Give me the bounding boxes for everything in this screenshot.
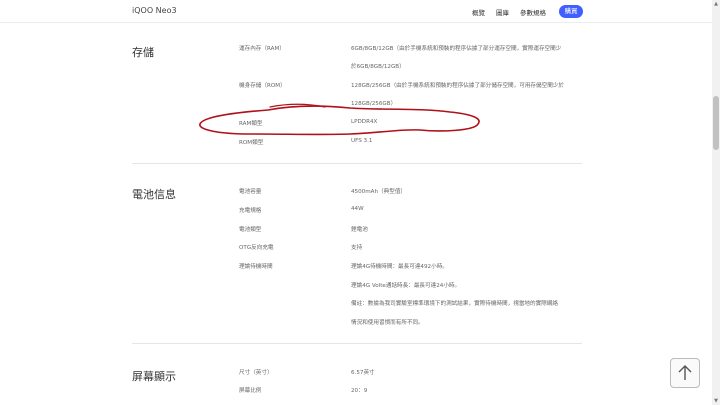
spec-value: 6GB/8GB/12GB（由於手機系統和預裝的程序佔據了部分運存空間，實際運存空… [351, 46, 562, 52]
section-divider [132, 163, 582, 164]
spec-value: 理論4G Volte通話時長：最長可達24小時。 [351, 283, 461, 289]
spec-value: 4500mAh（典型值） [351, 189, 407, 195]
scroll-up-arrow-icon[interactable]: ▲ [712, 1, 720, 7]
spec-label: 電池類型 [239, 227, 262, 233]
spec-value: 20：9 [351, 388, 368, 394]
spec-label: 機身存儲（ROM） [239, 83, 286, 89]
spec-label: 理論待機時間 [239, 264, 273, 270]
section-divider [132, 343, 582, 344]
spec-value: LPDDR4X [351, 119, 378, 125]
section-title-battery: 電池信息 [132, 188, 176, 201]
arrow-up-icon [678, 365, 692, 380]
vertical-scrollbar[interactable] [712, 0, 720, 405]
spec-label: ROM類型 [239, 140, 264, 146]
red-annotation-circle [199, 103, 480, 136]
spec-label: 充電規格 [239, 208, 262, 214]
spec-value: 於6GB/8GB/12GB） [351, 64, 405, 70]
nav-gallery[interactable]: 圖庫 [496, 7, 509, 17]
spec-value: 理論4G待機時間：最長可達492小時。 [351, 264, 448, 270]
spec-label: OTG反向充電 [239, 245, 274, 251]
spec-label: RAM類型 [239, 121, 263, 127]
nav-specs[interactable]: 參數規格 [520, 7, 546, 17]
spec-value: 支持 [351, 245, 363, 251]
nav-overview[interactable]: 概覽 [472, 7, 485, 17]
spec-label: 尺寸（英寸） [239, 370, 273, 376]
section-title-display: 屏幕顯示 [132, 370, 176, 383]
spec-value: 鋰電池 [351, 227, 368, 233]
brand-name[interactable]: iQOO Neo3 [132, 6, 177, 15]
buy-button[interactable]: 購買 [559, 5, 583, 18]
scroll-down-arrow-icon[interactable]: ▼ [712, 398, 720, 404]
spec-value: 128GB/256GB（由於手機系統和預裝的程序佔據了部分儲存空間，可用存儲空間… [351, 83, 564, 89]
top-nav-bar: iQOO Neo3 概覽 圖庫 參數規格 購買 [0, 0, 712, 23]
spec-value: 44W [351, 206, 364, 212]
spec-label: 運存內存（RAM） [239, 46, 285, 52]
back-to-top-button[interactable] [670, 358, 700, 388]
spec-label: 電池容量 [239, 189, 262, 195]
spec-value: UFS 3.1 [351, 138, 373, 144]
spec-value: 128GB/256GB） [351, 101, 397, 107]
spec-value: 情況和使用習慣而有所不同。 [351, 320, 424, 326]
spec-value: 6.57英寸 [351, 370, 375, 376]
spec-value: 備註：數據為我司實驗室標準環境下的測試結果，實際待機時間，視當地的實際網絡 [351, 301, 558, 307]
spec-label: 屏幕比例 [239, 388, 262, 394]
scrollbar-thumb[interactable] [713, 96, 719, 150]
section-title-storage: 存儲 [132, 46, 154, 59]
